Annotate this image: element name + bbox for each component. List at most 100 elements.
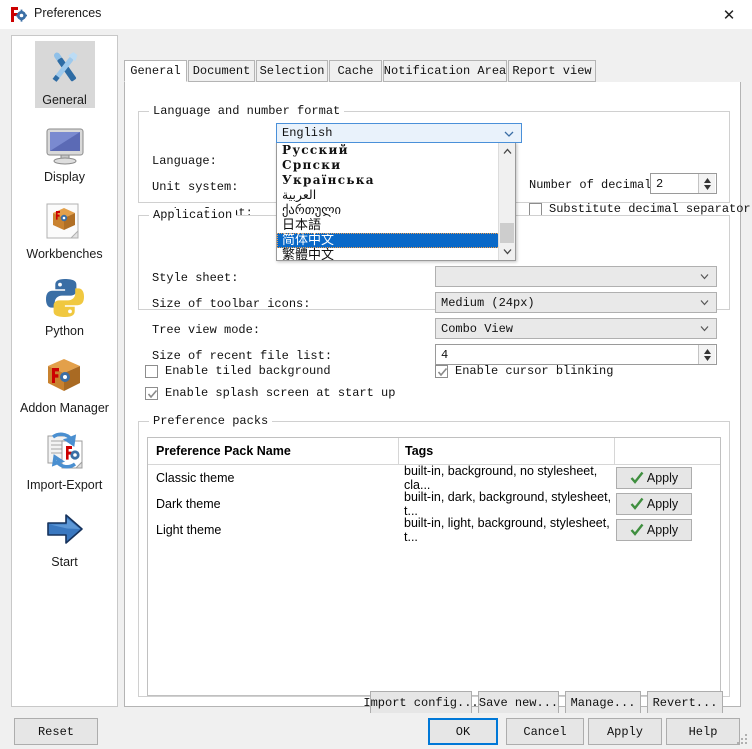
column-header-name: Preference Pack Name [156,444,291,458]
tab-notification-area[interactable]: Notification Area [383,60,507,82]
checkbox-label: Enable tiled background [165,364,331,378]
help-button[interactable]: Help [666,718,740,745]
ok-button[interactable]: OK [428,718,498,745]
sidebar-item-addon-manager[interactable]: Addon Manager [12,344,117,421]
language-option[interactable]: Русский [277,143,500,158]
manage-button[interactable]: Manage... [565,691,641,715]
unit-system-label: Unit system: [152,180,239,194]
green-check-icon [630,523,644,536]
tab-document[interactable]: Document [188,60,255,82]
tab-report-view[interactable]: Report view [508,60,596,82]
pack-action-cell: Apply [614,519,720,541]
sidebar-item-label: Start [51,555,78,569]
checkbox-label: Enable cursor blinking [455,364,614,378]
spin-up-icon [703,177,711,183]
language-option[interactable]: Українська [277,173,500,188]
tree-view-mode-combobox[interactable]: Combo View [435,318,717,339]
sidebar-item-label: Addon Manager [20,401,109,415]
enable-splash-screen-checkbox[interactable]: Enable splash screen at start up [145,386,395,400]
import-config-button[interactable]: Import config... [363,691,479,715]
language-option-selected[interactable]: 简体中文 [277,233,500,248]
substitute-decimal-separator-checkbox[interactable]: Substitute decimal separator [529,202,751,216]
language-option[interactable]: ქართული [277,203,500,218]
apply-button[interactable]: Apply [588,718,662,745]
language-dropdown-scrollbar[interactable] [498,143,515,260]
language-combobox[interactable]: English [276,123,522,143]
enable-cursor-blinking-checkbox[interactable]: Enable cursor blinking [435,364,613,378]
monitor-icon [41,120,89,168]
window-title: Preferences [34,6,102,20]
dialog-body: General Display Workbenches Python Addon… [0,29,752,715]
preferences-sidebar[interactable]: General Display Workbenches Python Addon… [11,35,118,707]
recent-file-list-size-value: 4 [441,347,449,362]
toolbar-icon-size-label: Size of toolbar icons: [152,297,311,311]
resize-grip-icon[interactable] [737,734,749,746]
close-icon[interactable]: ✕ [706,0,752,29]
language-dropdown-popup[interactable]: Русский Српски Українська العربية ქართულ… [276,142,516,261]
language-option[interactable]: 繁體中文 [277,248,500,260]
sidebar-item-display[interactable]: Display [12,113,117,190]
tab-bar[interactable]: General Document Selection Cache Notific… [124,60,741,83]
scroll-down-icon[interactable] [499,243,515,260]
sidebar-item-general[interactable]: General [12,36,117,113]
group-title: Language and number format [149,104,345,118]
table-row[interactable]: Classic theme built-in, background, no s… [148,464,720,492]
apply-pack-button[interactable]: Apply [616,519,692,541]
enable-tiled-background-checkbox[interactable]: Enable tiled background [145,364,331,378]
pack-action-cell: Apply [614,467,720,489]
sidebar-item-python[interactable]: Python [12,267,117,344]
recent-file-list-size-spinbox[interactable]: 4 [435,344,717,365]
revert-button[interactable]: Revert... [647,691,723,715]
tab-selection[interactable]: Selection [256,60,328,82]
sidebar-item-label: Import-Export [26,478,103,492]
style-sheet-label: Style sheet: [152,271,239,285]
freecad-icon [10,6,28,23]
language-option[interactable]: Српски [277,158,500,173]
cancel-button[interactable]: Cancel [506,718,584,745]
checkbox-box [145,364,158,378]
language-option[interactable]: العربية [277,188,500,203]
toolbar-icon-size-value: Medium (24px) [441,295,535,310]
spin-down-icon [703,355,711,361]
table-row[interactable]: Light theme built-in, light, background,… [148,516,720,544]
number-of-decimals-value: 2 [656,176,664,191]
green-check-icon [630,471,644,484]
checkbox-label: Substitute decimal separator [549,202,751,216]
sidebar-item-label: General [42,93,87,107]
chevron-down-icon [504,131,514,137]
apply-pack-button[interactable]: Apply [616,493,692,515]
toolbar-icon-size-combobox[interactable]: Medium (24px) [435,292,717,313]
sidebar-item-start[interactable]: Start [12,498,117,575]
sidebar-item-label: Workbenches [26,247,103,261]
preference-packs-table[interactable]: Preference Pack Name Tags Classic theme … [147,437,721,696]
save-new-button[interactable]: Save new... [478,691,559,715]
tab-general[interactable]: General [124,60,187,82]
checkmark-icon [147,389,158,398]
sidebar-item-import-export[interactable]: Import-Export [12,421,117,498]
checkbox-box [435,364,448,378]
apply-pack-label: Apply [646,471,679,485]
table-row[interactable]: Dark theme built-in, dark, background, s… [148,490,720,518]
checkbox-box [145,386,158,400]
number-of-decimals-label: Number of decimals: [529,178,666,192]
sidebar-item-workbenches[interactable]: Workbenches [12,190,117,267]
tab-cache[interactable]: Cache [329,60,382,82]
spinbox-buttons[interactable] [698,174,715,193]
chevron-down-icon [700,325,709,331]
language-option[interactable]: 日本語 [277,218,500,233]
apply-pack-button[interactable]: Apply [616,467,692,489]
pack-action-cell: Apply [614,493,720,515]
scrollbar-thumb[interactable] [500,223,514,245]
spin-up-icon [703,348,711,354]
reset-button[interactable]: Reset [14,718,98,745]
number-of-decimals-spinbox[interactable]: 2 [650,173,717,194]
language-option-list[interactable]: Русский Српски Українська العربية ქართულ… [277,143,500,260]
style-sheet-combobox[interactable] [435,266,717,287]
checkbox-label: Enable splash screen at start up [165,386,396,400]
spin-down-icon [703,184,711,190]
green-check-icon [630,497,644,510]
scroll-up-icon[interactable] [499,143,515,160]
python-icon [41,274,89,322]
dialog-footer: Reset OK Cancel Apply Help [0,713,752,749]
spinbox-buttons[interactable] [698,345,715,364]
